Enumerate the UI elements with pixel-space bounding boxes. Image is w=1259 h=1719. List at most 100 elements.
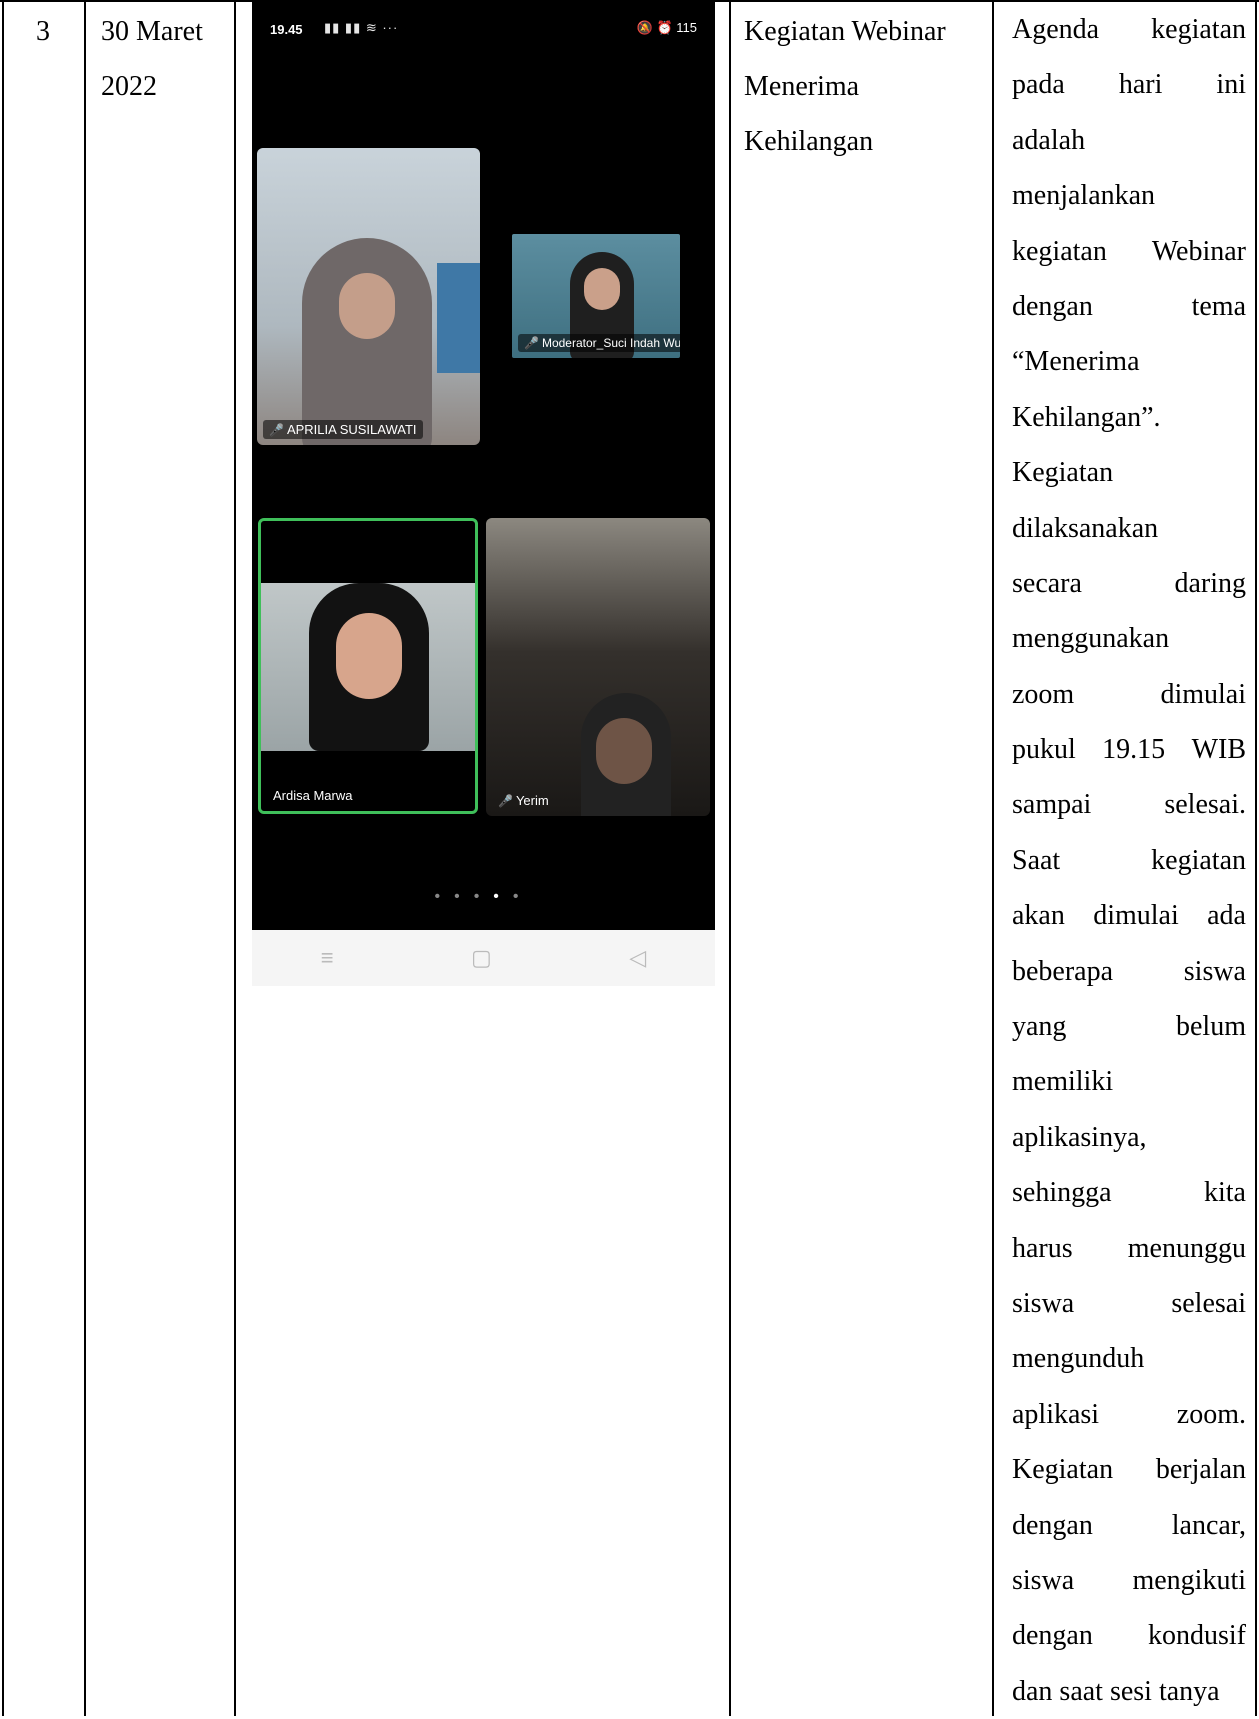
- description-word: dengan: [1012, 290, 1093, 322]
- description-line: beberapa siswa: [1012, 944, 1246, 999]
- description-line: Kegiatan berjalan: [1012, 1442, 1246, 1497]
- description-word: mengikuti: [1132, 1564, 1246, 1596]
- description-line: Saat kegiatan: [1012, 833, 1246, 888]
- person-face: [596, 718, 652, 784]
- person-face: [336, 613, 402, 699]
- description-word: ini: [1216, 69, 1246, 101]
- description-line: menjalankan: [1012, 168, 1246, 223]
- back-icon[interactable]: ◁: [629, 945, 646, 971]
- description-word: sampai: [1012, 789, 1092, 821]
- description-word: kegiatan: [1151, 844, 1246, 876]
- wall-poster: [437, 263, 480, 373]
- description-line: sampai selesai.: [1012, 777, 1246, 832]
- description-word: pada: [1012, 69, 1065, 101]
- description-line: Agenda kegiatan: [1012, 2, 1246, 57]
- table-border-left: [2, 0, 4, 1716]
- description-word: kondusif: [1148, 1620, 1246, 1652]
- description-word: harus: [1012, 1232, 1073, 1264]
- description-line: harus menunggu: [1012, 1221, 1246, 1276]
- mic-muted-icon: 🎤: [524, 336, 539, 350]
- description-word: daring: [1174, 567, 1246, 599]
- description-line: adalah: [1012, 113, 1246, 168]
- description-word: dimulai: [1093, 900, 1179, 932]
- description-line: pukul 19.15 WIB: [1012, 722, 1246, 777]
- participant-name-tag: 🎤Moderator_Suci Indah Wulan...: [518, 334, 680, 352]
- row-number: 3: [36, 16, 50, 47]
- description-word: Saat: [1012, 844, 1061, 876]
- description-line: sehingga kita: [1012, 1165, 1246, 1220]
- person-face: [584, 268, 620, 310]
- description-line: akan dimulai ada: [1012, 888, 1246, 943]
- description-word: dilaksanakan: [1012, 512, 1159, 544]
- table-divider-2: [234, 0, 236, 1716]
- description-line: Kegiatan: [1012, 445, 1246, 500]
- page-indicator[interactable]: •••••: [252, 888, 715, 906]
- description-word: Kegiatan: [1012, 457, 1114, 489]
- date-cell: 30 Maret 2022: [101, 4, 203, 114]
- android-nav-bar: ≡ ▢ ◁: [252, 930, 715, 986]
- person-face: [339, 273, 395, 339]
- description-word: yang: [1012, 1011, 1067, 1043]
- participant-name-tag: 🎤 APRILIA SUSILAWATI: [263, 420, 423, 439]
- description-word: siswa: [1012, 1287, 1075, 1319]
- description-cell: Agenda kegiatan pada hari ini adalah menjalank…: [1012, 0, 1246, 1719]
- description-word: beberapa: [1012, 955, 1114, 987]
- table-divider-1: [84, 0, 86, 1716]
- description-word: hari: [1118, 69, 1163, 101]
- description-line: menggunakan: [1012, 611, 1246, 666]
- video-tile-ardisa[interactable]: Ardisa Marwa: [258, 518, 478, 814]
- description-line: secara daring: [1012, 556, 1246, 611]
- description-word: adalah: [1012, 124, 1086, 156]
- description-line: yang belum: [1012, 999, 1246, 1054]
- description-line: siswa mengikuti: [1012, 1553, 1246, 1608]
- date-line-1: 30 Maret: [101, 16, 203, 47]
- description-line: aplikasi zoom.: [1012, 1387, 1246, 1442]
- description-line: zoom dimulai: [1012, 667, 1246, 722]
- description-word: kita: [1204, 1177, 1246, 1209]
- description-line: “Menerima: [1012, 334, 1246, 389]
- video-feed: [261, 583, 475, 751]
- description-word: selesai: [1171, 1287, 1246, 1319]
- activity-line-2: Menerima: [744, 71, 860, 102]
- description-line: dilaksanakan: [1012, 501, 1246, 556]
- video-tile-moderator[interactable]: 🎤Moderator_Suci Indah Wulan...: [512, 234, 680, 358]
- description-word: mengunduh: [1012, 1343, 1145, 1375]
- description-word: aplikasinya,: [1012, 1121, 1147, 1153]
- participant-name-tag: Ardisa Marwa: [273, 788, 353, 803]
- home-icon[interactable]: ▢: [471, 945, 492, 971]
- video-tile-yerim[interactable]: 🎤 Yerim: [486, 518, 710, 816]
- description-line: pada hari ini: [1012, 57, 1246, 112]
- description-word: ada: [1207, 900, 1246, 932]
- description-word: kegiatan: [1151, 14, 1246, 45]
- video-tile-aprilia[interactable]: 🎤 APRILIA SUSILAWATI: [257, 148, 480, 445]
- description-line: dan saat sesi tanya: [1012, 1664, 1246, 1719]
- signal-icons: ▮▮ ▮▮ ≋ ···: [324, 20, 399, 35]
- activity-line-1: Kegiatan Webinar: [744, 16, 946, 47]
- description-word: zoom: [1012, 678, 1075, 710]
- date-line-2: 2022: [101, 71, 157, 102]
- description-word: lancar,: [1171, 1509, 1246, 1541]
- description-line: kegiatan Webinar: [1012, 224, 1246, 279]
- description-word: 19.15: [1102, 734, 1166, 766]
- description-word: Webinar: [1151, 235, 1246, 267]
- description-word: memiliki: [1012, 1066, 1114, 1098]
- activity-line-3: Kehilangan: [744, 126, 874, 157]
- table-divider-4: [992, 0, 994, 1716]
- description-word: akan: [1012, 900, 1065, 932]
- description-word: menjalankan: [1012, 180, 1156, 212]
- description-word: pukul: [1012, 734, 1076, 766]
- description-word: Agenda: [1012, 14, 1100, 45]
- description-word: dimulai: [1160, 678, 1246, 710]
- table-divider-3: [729, 0, 731, 1716]
- description-line: Kehilangan”.: [1012, 390, 1246, 445]
- description-line: dengan kondusif: [1012, 1608, 1246, 1663]
- description-line: dengan tema: [1012, 279, 1246, 334]
- description-word: “Menerima: [1012, 346, 1140, 378]
- description-line: mengunduh: [1012, 1331, 1246, 1386]
- description-word: zoom.: [1176, 1398, 1246, 1430]
- description-word: menunggu: [1127, 1232, 1246, 1264]
- participant-name-tag: 🎤 Yerim: [498, 793, 549, 808]
- menu-icon[interactable]: ≡: [321, 945, 334, 971]
- description-word: kegiatan: [1012, 235, 1107, 267]
- status-time: 19.45: [270, 22, 303, 37]
